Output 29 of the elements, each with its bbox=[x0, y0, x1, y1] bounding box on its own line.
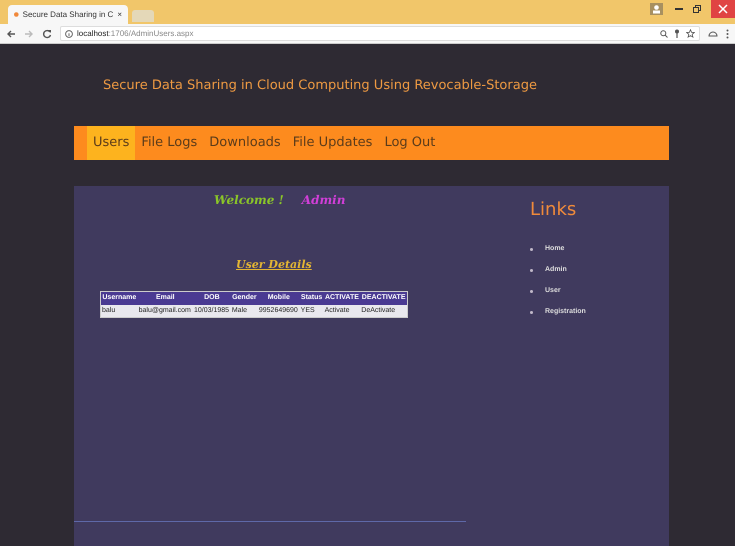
restore-icon[interactable] bbox=[693, 5, 701, 13]
bullet-icon bbox=[530, 310, 533, 314]
nav-link[interactable]: File Logs bbox=[135, 126, 204, 160]
nav-link[interactable]: Users bbox=[87, 126, 136, 160]
user-icon[interactable] bbox=[650, 3, 663, 15]
back-icon[interactable] bbox=[6, 28, 16, 38]
admin-name: Admin bbox=[302, 192, 346, 209]
info-icon bbox=[65, 30, 73, 38]
star-icon[interactable] bbox=[686, 29, 695, 38]
nav-link[interactable]: Log Out bbox=[378, 126, 442, 160]
bullet-icon bbox=[530, 248, 533, 250]
reload-icon[interactable] bbox=[42, 28, 52, 38]
menu-icon[interactable] bbox=[726, 28, 729, 38]
nav-link[interactable]: File Updates bbox=[286, 126, 378, 160]
welcome-text: Welcome ! bbox=[214, 192, 284, 209]
bullet-icon bbox=[530, 268, 533, 272]
close-icon[interactable] bbox=[711, 0, 735, 18]
browser-tab[interactable]: Secure Data Sharing in C × bbox=[8, 5, 128, 24]
site-title: Secure Data Sharing in Cloud Computing Using Revocable-Storage bbox=[103, 77, 538, 95]
address-bar[interactable]: localhost:1706/AdminUsers.aspx bbox=[60, 26, 700, 41]
zoom-icon[interactable] bbox=[660, 30, 668, 38]
section-title: User Details bbox=[236, 258, 312, 271]
bullet-icon bbox=[530, 290, 533, 292]
site-icon bbox=[14, 10, 19, 19]
links-title: Links bbox=[530, 198, 578, 222]
tab-title: Secure Data Sharing in C bbox=[22, 8, 114, 20]
url-text: localhost:1706/AdminUsers.aspx bbox=[77, 28, 194, 40]
tab-close-button[interactable]: × bbox=[117, 8, 122, 20]
nav-link[interactable]: Downloads bbox=[203, 126, 287, 160]
